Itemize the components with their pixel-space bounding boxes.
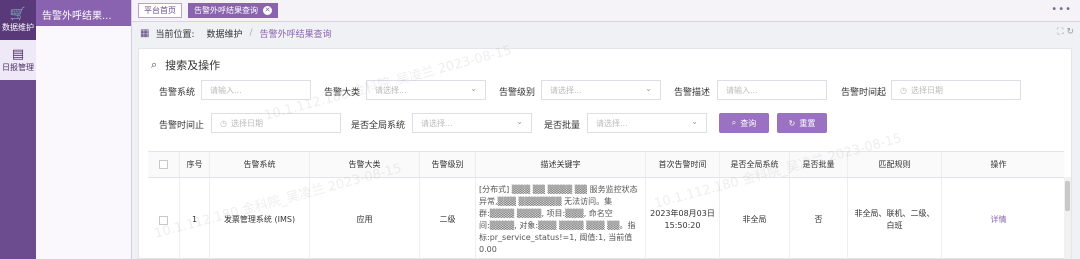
alarm-level-select[interactable]: 请选择... ⌄ bbox=[541, 80, 661, 100]
nav-item-data-maintenance[interactable]: 🛒 数据维护 bbox=[0, 0, 36, 40]
chevron-down-icon: ⌄ bbox=[691, 117, 698, 126]
batch-select[interactable]: 请选择... ⌄ bbox=[587, 113, 707, 133]
search-icon: ⌕ bbox=[151, 58, 158, 71]
header-cell: 是否批量 bbox=[790, 152, 848, 177]
alarm-level-placeholder: 请选择... bbox=[550, 85, 582, 95]
breadcrumb-separator: / bbox=[249, 28, 253, 38]
chevron-down-icon: ⌄ bbox=[645, 84, 652, 93]
results-table: 序号 告警系统 告警大类 告警级别 描述关键字 首次告警时间 是否全局系统 是否… bbox=[148, 151, 1064, 259]
breadcrumb-parent[interactable]: 数据维护 bbox=[207, 27, 243, 40]
clock-icon: ◷ bbox=[220, 118, 227, 128]
checkbox[interactable] bbox=[159, 160, 168, 169]
alarm-system-label: 告警系统 bbox=[159, 88, 196, 98]
alarm-category-select[interactable]: 请选择... ⌄ bbox=[366, 80, 486, 100]
row-system: 发票管理系统 (IMS) bbox=[210, 178, 310, 259]
search-title-text: 搜索及操作 bbox=[165, 59, 221, 72]
nav-item-label: 数据维护 bbox=[2, 22, 34, 32]
header-select-all[interactable] bbox=[148, 152, 180, 177]
refresh-icon: ↻ bbox=[788, 118, 796, 128]
header-cell: 匹配规则 bbox=[848, 152, 942, 177]
alarm-category-placeholder: 请选择... bbox=[375, 85, 407, 95]
time-start-placeholder: 选择日期 bbox=[910, 85, 943, 95]
row-first-time: 2023年08月03日 15:50:20 bbox=[646, 178, 720, 259]
main-panel: ⌕ 搜索及操作 告警系统 请输入... 告警大类 请选择... ⌄ 告警级别 请… bbox=[138, 48, 1072, 259]
tab-label: 平台首页 bbox=[144, 6, 176, 15]
table-header-row: 序号 告警系统 告警大类 告警级别 描述关键字 首次告警时间 是否全局系统 是否… bbox=[148, 152, 1064, 178]
tab-label: 告警外呼结果查询 bbox=[194, 6, 258, 15]
header-cell: 操作 bbox=[990, 159, 1007, 169]
search-icon: ⌕ bbox=[731, 118, 737, 127]
alarm-desc-input[interactable]: 请输入... bbox=[717, 80, 827, 100]
scrollbar-thumb[interactable] bbox=[1065, 181, 1070, 211]
nav-item-label: 日报管理 bbox=[2, 62, 34, 72]
alarm-system-placeholder: 请输入... bbox=[210, 85, 242, 95]
fullscreen-refresh-icons[interactable]: ⛶ ↻ bbox=[1057, 27, 1074, 37]
reset-button[interactable]: ↻ 重置 bbox=[777, 113, 827, 133]
nav-item-daily-report[interactable]: ▤ 日报管理 bbox=[0, 40, 36, 80]
row-desc: [分布式] ▒▒▒ ▒▒ ▒▒▒▒ ▒▒ 服务监控状态异常,▒▒▒ ▒▒▒▒▒▒… bbox=[476, 178, 646, 259]
batch-placeholder: 请选择... bbox=[596, 118, 628, 128]
header-cell: 告警级别 bbox=[420, 152, 476, 177]
chevron-down-icon: ⌄ bbox=[516, 117, 523, 126]
row-level: 二级 bbox=[420, 178, 476, 259]
alarm-desc-label: 告警描述 bbox=[674, 88, 711, 98]
breadcrumb-prefix: 当前位置: bbox=[155, 29, 195, 40]
time-end-label: 告警时间止 bbox=[159, 121, 205, 131]
cart-chart-icon: 🛒 bbox=[9, 6, 27, 22]
reset-button-label: 重置 bbox=[799, 118, 816, 128]
time-start-picker[interactable]: ◷ 选择日期 bbox=[891, 80, 1021, 100]
tab-alarm-result[interactable]: 告警外呼结果查询 ✕ bbox=[188, 3, 278, 18]
global-system-placeholder: 请选择... bbox=[421, 118, 453, 128]
tab-bar: 平台首页 告警外呼结果查询 ✕ ••• bbox=[132, 0, 1080, 22]
left-nav: 🛒 数据维护 ▤ 日报管理 bbox=[0, 0, 36, 259]
time-end-placeholder: 选择日期 bbox=[230, 118, 263, 128]
table-row: 1 发票管理系统 (IMS) 应用 二级 [分布式] ▒▒▒ ▒▒ ▒▒▒▒ ▒… bbox=[148, 178, 1064, 259]
checkbox[interactable] bbox=[159, 215, 168, 225]
row-detail-link[interactable]: 详情 bbox=[942, 178, 1055, 259]
time-start-label: 告警时间起 bbox=[841, 88, 887, 98]
header-cell: 告警大类 bbox=[310, 152, 420, 177]
row-select[interactable] bbox=[148, 178, 180, 259]
submenu-item-alarm-result[interactable]: 告警外呼结果... bbox=[36, 0, 131, 26]
row-global: 非全局 bbox=[720, 178, 790, 259]
row-index: 1 bbox=[180, 178, 210, 259]
row-batch: 否 bbox=[790, 178, 848, 259]
close-icon[interactable]: ✕ bbox=[263, 6, 272, 15]
alarm-desc-placeholder: 请输入... bbox=[726, 85, 758, 95]
submenu: 告警外呼结果... bbox=[36, 0, 132, 259]
search-section-title: ⌕ 搜索及操作 bbox=[151, 57, 220, 73]
global-system-label: 是否全局系统 bbox=[351, 121, 406, 131]
header-cell: 是否全局系统 bbox=[720, 152, 790, 177]
tab-home[interactable]: 平台首页 bbox=[138, 3, 182, 18]
batch-label: 是否批量 bbox=[544, 121, 581, 131]
query-button-label: 查询 bbox=[740, 118, 757, 128]
header-cell: 首次告警时间 bbox=[646, 152, 720, 177]
breadcrumb-current: 告警外呼结果查询 bbox=[259, 29, 332, 40]
header-cell: 描述关键字 bbox=[476, 152, 646, 177]
global-system-select[interactable]: 请选择... ⌄ bbox=[412, 113, 532, 133]
header-cell: 序号 bbox=[180, 152, 210, 177]
clock-icon: ◷ bbox=[900, 85, 907, 95]
vertical-scrollbar[interactable] bbox=[1064, 177, 1071, 259]
alarm-category-label: 告警大类 bbox=[324, 88, 361, 98]
query-button[interactable]: ⌕ 查询 bbox=[719, 113, 769, 133]
header-cell: 告警系统 bbox=[210, 152, 310, 177]
document-icon: ▤ bbox=[11, 46, 25, 62]
row-category: 应用 bbox=[310, 178, 420, 259]
time-end-picker[interactable]: ◷ 选择日期 bbox=[211, 113, 341, 133]
alarm-system-input[interactable]: 请输入... bbox=[201, 80, 311, 100]
grid-icon: ▦ bbox=[140, 27, 150, 39]
row-rule: 非全局、联机、二级、白班 bbox=[848, 178, 942, 259]
chevron-down-icon: ⌄ bbox=[470, 84, 477, 93]
more-icon[interactable]: ••• bbox=[1051, 4, 1072, 15]
breadcrumb: ▦ 当前位置: 数据维护 / 告警外呼结果查询 ⛶ ↻ bbox=[132, 22, 1080, 44]
alarm-level-label: 告警级别 bbox=[499, 88, 536, 98]
